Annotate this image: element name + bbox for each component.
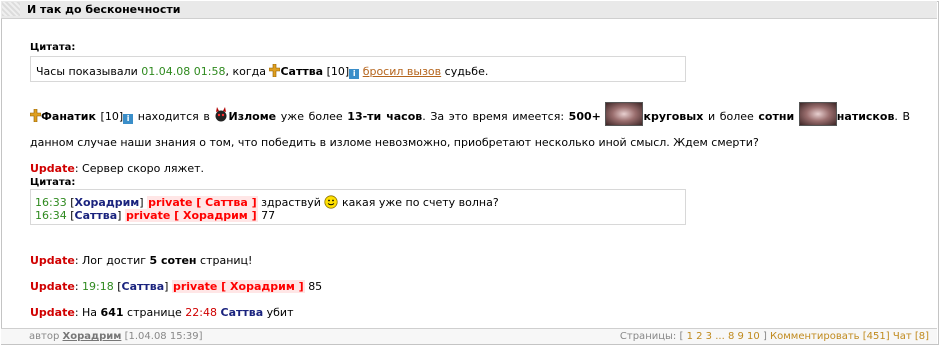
post-footer: автор Хорадрим [1.04.08 15:39] Страницы:… xyxy=(1,328,937,344)
info-icon[interactable]: i xyxy=(349,69,360,79)
chat-link[interactable]: Чат [8] xyxy=(893,331,929,342)
quote-box: 16:33 [Хорадрим] private [ Саттва ] здра… xyxy=(30,189,686,225)
post-titlebar: И так до бесконечности xyxy=(1,1,937,19)
paragraph-text: и более xyxy=(707,110,754,123)
duration: 13-ти часов xyxy=(347,110,423,123)
update-line: Update: Лог достиг 5 сотен страниц! xyxy=(30,254,252,267)
update-text: : Лог достиг xyxy=(74,254,147,267)
chat-user[interactable]: Саттва xyxy=(122,280,165,293)
update-label: Update xyxy=(30,280,75,293)
private-tag: private [ Саттва ] xyxy=(147,196,258,209)
update-label: Update xyxy=(30,162,75,175)
update-line: Update: Сервер скоро ляжет. xyxy=(30,162,204,175)
page-ellipsis: ... xyxy=(715,331,725,342)
update-text: страниц! xyxy=(200,254,253,267)
quote-line: Часы показывали 01.04.08 01:58, когда Са… xyxy=(36,64,488,79)
post-date: [1.04.08 15:39] xyxy=(124,331,203,342)
quote-label: Цитата: xyxy=(30,177,76,188)
user-level: [10] xyxy=(326,65,350,78)
chat-user[interactable]: Саттва xyxy=(221,306,264,319)
paragraph: Фанатик [10] i находится в Изломе уже бол… xyxy=(30,102,910,156)
update-line: Update: 19:18 [Саттва] private [ Хорадри… xyxy=(30,280,323,293)
update-line: Update: На 641 странице 22:48 Саттва уби… xyxy=(30,306,294,319)
count-value: 500+ xyxy=(568,110,601,123)
author-info: автор Хорадрим [1.04.08 15:39] xyxy=(29,331,203,342)
chat-time: 16:33 xyxy=(35,196,67,209)
pages-label: Страницы: [ xyxy=(619,331,684,342)
chat-user[interactable]: Саттва xyxy=(75,209,118,222)
item-name: натисков xyxy=(836,110,895,123)
quote-datetime: 01.04.08 01:58 xyxy=(141,65,226,78)
update-bold: 641 xyxy=(100,306,124,319)
quote-label: Цитата: xyxy=(30,42,76,53)
quote-text: , когда xyxy=(225,65,266,78)
private-tag: private [ Хорадрим ] xyxy=(124,209,258,222)
update-text: странице xyxy=(127,306,182,319)
paragraph-text: уже более xyxy=(280,110,343,123)
cross-icon xyxy=(30,109,41,122)
author-link[interactable]: Хорадрим xyxy=(63,331,122,342)
count-value: сотни xyxy=(758,110,795,123)
update-text: убит xyxy=(266,306,294,319)
private-tag: private [ Хорадрим ] xyxy=(171,280,305,293)
user-name[interactable]: Саттва xyxy=(280,65,323,78)
user-level: [10] xyxy=(100,110,124,123)
circular-attack-image xyxy=(605,102,644,126)
chat-text: какая уже по счету волна? xyxy=(341,196,499,209)
challenge-link[interactable]: бросил вызов xyxy=(363,65,441,78)
chat-time: 16:34 xyxy=(35,209,67,222)
pages-close: ] xyxy=(762,331,767,342)
post-title: И так до бесконечности xyxy=(27,3,181,16)
devil-icon xyxy=(215,107,227,122)
page-links[interactable]: 1 2 3 xyxy=(687,331,712,342)
item-name: круговых xyxy=(643,110,704,123)
update-bold: 5 сотен xyxy=(149,254,197,267)
page-links[interactable]: 8 9 10 xyxy=(728,331,760,342)
comment-link[interactable]: Комментировать [451] xyxy=(770,331,890,342)
quote-box: Часы показывали 01.04.08 01:58, когда Са… xyxy=(30,56,686,82)
update-label: Update xyxy=(30,254,75,267)
chat-user[interactable]: Хорадрим xyxy=(75,196,140,209)
chat-text: 85 xyxy=(308,280,323,293)
chat-time: 19:18 xyxy=(82,280,114,293)
update-label: Update xyxy=(30,306,75,319)
chat-text: 77 xyxy=(261,209,276,222)
author-label: автор xyxy=(29,331,60,342)
charge-attack-image xyxy=(798,102,837,126)
smiley-icon xyxy=(324,195,339,209)
chat-line: 16:34 [Саттва] private [ Хорадрим ] 77 xyxy=(35,209,276,222)
info-icon[interactable]: i xyxy=(123,114,134,124)
paragraph-text: . За это время имеется: xyxy=(422,110,565,123)
footer-nav: Страницы: [ 1 2 3 ... 8 9 10 ] Комментир… xyxy=(620,331,929,342)
quote-text: судьбе. xyxy=(444,65,489,78)
update-text: : На xyxy=(74,306,98,319)
paragraph-text: находится в xyxy=(137,110,210,123)
chat-line: 16:33 [Хорадрим] private [ Саттва ] здра… xyxy=(35,195,499,209)
chat-text: здраствуй xyxy=(261,196,321,209)
chat-time: 22:48 xyxy=(185,306,217,319)
user-name[interactable]: Фанатик xyxy=(41,110,96,123)
title-stripe-decoration xyxy=(2,2,20,16)
update-text: : Сервер скоро ляжет. xyxy=(74,162,205,175)
quote-text: Часы показывали xyxy=(36,65,138,78)
place-name: Изломе xyxy=(228,110,277,123)
cross-icon xyxy=(269,64,281,77)
